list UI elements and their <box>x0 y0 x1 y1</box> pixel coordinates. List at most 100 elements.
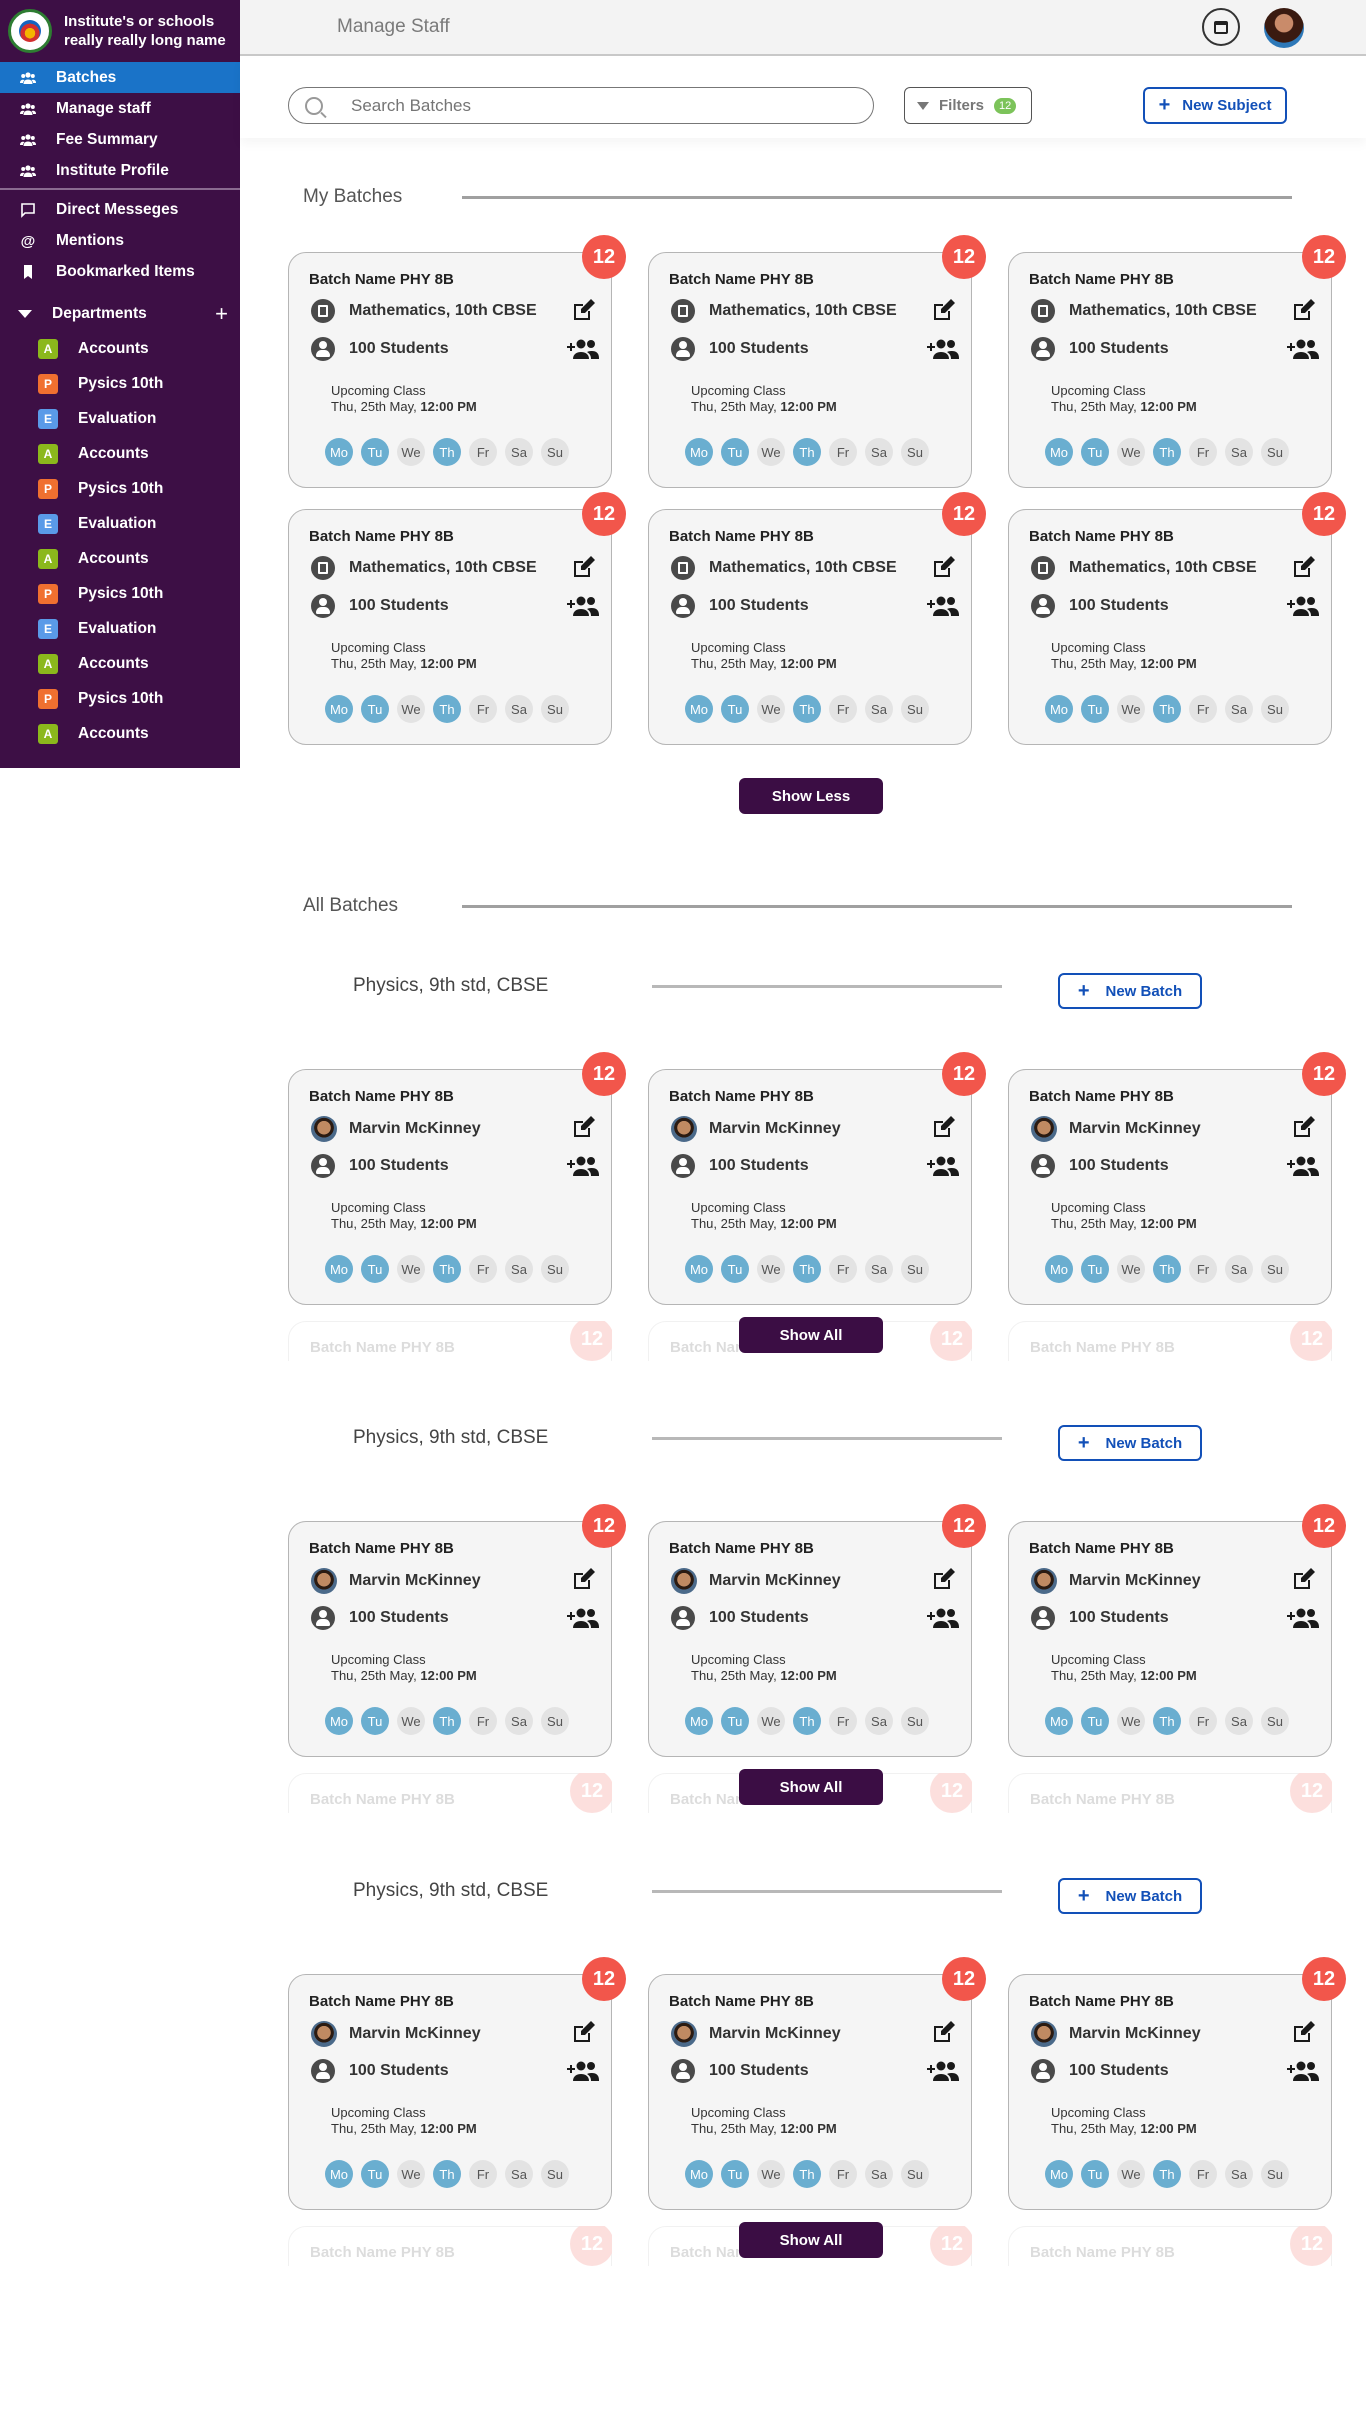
weekday-chip[interactable]: Su <box>541 1707 569 1735</box>
search-input[interactable] <box>351 95 831 116</box>
sidebar-item-fee-summary[interactable]: Fee Summary <box>0 124 240 155</box>
user-avatar[interactable] <box>1264 8 1304 48</box>
weekday-chip[interactable]: Su <box>901 1255 929 1283</box>
weekday-chip[interactable]: We <box>757 2160 785 2188</box>
department-item[interactable]: A Accounts <box>0 646 240 681</box>
add-people-icon[interactable] <box>927 1606 959 1630</box>
weekday-chip[interactable]: Fr <box>469 695 497 723</box>
weekday-chip[interactable]: Su <box>901 438 929 466</box>
weekday-chip[interactable]: Su <box>541 695 569 723</box>
batch-card[interactable]: 12 Batch Name PHY 8B Marvin McKinney 100 St… <box>648 1504 986 1757</box>
edit-icon[interactable] <box>931 554 957 580</box>
weekday-chip[interactable]: Fr <box>1189 695 1217 723</box>
weekday-chip[interactable]: Tu <box>1081 695 1109 723</box>
edit-icon[interactable] <box>931 297 957 323</box>
sidebar-item-mentions[interactable]: @ Mentions <box>0 225 240 256</box>
weekday-chip[interactable]: Sa <box>1225 1255 1253 1283</box>
weekday-chip[interactable]: Sa <box>865 695 893 723</box>
weekday-chip[interactable]: Mo <box>1045 2160 1073 2188</box>
brand[interactable]: Institute's or schools really really lon… <box>0 0 240 62</box>
add-people-icon[interactable] <box>1287 1154 1319 1178</box>
weekday-chip[interactable]: Su <box>541 2160 569 2188</box>
weekday-chip[interactable]: Tu <box>721 1707 749 1735</box>
weekday-chip[interactable]: Th <box>1153 1255 1181 1283</box>
weekday-chip[interactable]: We <box>397 695 425 723</box>
calendar-button[interactable] <box>1202 8 1240 46</box>
weekday-chip[interactable]: We <box>1117 2160 1145 2188</box>
weekday-chip[interactable]: Sa <box>505 1707 533 1735</box>
department-item[interactable]: E Evaluation <box>0 401 240 436</box>
department-item[interactable]: P Pysics 10th <box>0 576 240 611</box>
department-item[interactable]: P Pysics 10th <box>0 681 240 716</box>
weekday-chip[interactable]: Tu <box>1081 1255 1109 1283</box>
weekday-chip[interactable]: Tu <box>361 695 389 723</box>
batch-card[interactable]: 12 Batch Name PHY 8B Marvin McKinney 100 St… <box>288 1957 626 2210</box>
weekday-chip[interactable]: We <box>397 2160 425 2188</box>
weekday-chip[interactable]: Th <box>433 1255 461 1283</box>
weekday-chip[interactable]: Su <box>1261 2160 1289 2188</box>
filters-button[interactable]: Filters 12 <box>904 87 1032 124</box>
weekday-chip[interactable]: Mo <box>685 1707 713 1735</box>
weekday-chip[interactable]: Fr <box>469 2160 497 2188</box>
edit-icon[interactable] <box>1291 1566 1317 1592</box>
weekday-chip[interactable]: Fr <box>829 695 857 723</box>
weekday-chip[interactable]: Tu <box>361 438 389 466</box>
weekday-chip[interactable]: Mo <box>325 438 353 466</box>
weekday-chip[interactable]: Th <box>433 2160 461 2188</box>
weekday-chip[interactable]: Fr <box>1189 1255 1217 1283</box>
department-item[interactable]: E Evaluation <box>0 506 240 541</box>
weekday-chip[interactable]: Sa <box>865 438 893 466</box>
weekday-chip[interactable]: Su <box>541 438 569 466</box>
department-item[interactable]: A Accounts <box>0 331 240 366</box>
caret-down-icon[interactable] <box>18 310 32 318</box>
batch-card[interactable]: 12 Batch Name PHY 8B Mathematics, 10th CBS… <box>288 235 626 488</box>
edit-icon[interactable] <box>931 2019 957 2045</box>
weekday-chip[interactable]: Mo <box>1045 1707 1073 1735</box>
weekday-chip[interactable]: Th <box>433 695 461 723</box>
weekday-chip[interactable]: We <box>1117 1255 1145 1283</box>
weekday-chip[interactable]: Fr <box>829 1707 857 1735</box>
weekday-chip[interactable]: Sa <box>505 695 533 723</box>
weekday-chip[interactable]: Su <box>1261 695 1289 723</box>
weekday-chip[interactable]: We <box>397 1255 425 1283</box>
add-people-icon[interactable] <box>1287 1606 1319 1630</box>
sidebar-item-institute-profile[interactable]: Institute Profile <box>0 155 240 186</box>
departments-header[interactable]: Departments + <box>0 297 240 331</box>
weekday-chip[interactable]: Fr <box>469 1255 497 1283</box>
edit-icon[interactable] <box>1291 554 1317 580</box>
sidebar-item-batches[interactable]: Batches <box>0 62 240 93</box>
weekday-chip[interactable]: Tu <box>361 2160 389 2188</box>
edit-icon[interactable] <box>571 2019 597 2045</box>
weekday-chip[interactable]: Mo <box>685 695 713 723</box>
show-all-button[interactable]: Show All <box>739 1769 883 1805</box>
weekday-chip[interactable]: Mo <box>325 1707 353 1735</box>
weekday-chip[interactable]: Th <box>1153 695 1181 723</box>
new-batch-button[interactable]: + New Batch <box>1058 1878 1202 1914</box>
weekday-chip[interactable]: Mo <box>325 695 353 723</box>
weekday-chip[interactable]: Sa <box>865 2160 893 2188</box>
batch-card[interactable]: 12 Batch Name PHY 8B Mathematics, 10th CBS… <box>648 492 986 745</box>
weekday-chip[interactable]: Su <box>1261 1255 1289 1283</box>
sidebar-item-manage-staff[interactable]: Manage staff <box>0 93 240 124</box>
edit-icon[interactable] <box>571 297 597 323</box>
sidebar-item-direct-messeges[interactable]: Direct Messeges <box>0 194 240 225</box>
weekday-chip[interactable]: We <box>757 1255 785 1283</box>
weekday-chip[interactable]: Tu <box>361 1707 389 1735</box>
weekday-chip[interactable]: Su <box>901 1707 929 1735</box>
weekday-chip[interactable]: Mo <box>325 1255 353 1283</box>
weekday-chip[interactable]: Mo <box>325 2160 353 2188</box>
edit-icon[interactable] <box>571 1114 597 1140</box>
weekday-chip[interactable]: Fr <box>829 1255 857 1283</box>
weekday-chip[interactable]: Th <box>1153 2160 1181 2188</box>
batch-card[interactable]: 12 Batch Name PHY 8B Mathematics, 10th CBS… <box>1008 235 1346 488</box>
edit-icon[interactable] <box>1291 2019 1317 2045</box>
edit-icon[interactable] <box>1291 297 1317 323</box>
weekday-chip[interactable]: Th <box>793 2160 821 2188</box>
batch-card[interactable]: 12 Batch Name PHY 8B Marvin McKinney 100 St… <box>648 1052 986 1305</box>
weekday-chip[interactable]: Fr <box>1189 438 1217 466</box>
new-batch-button[interactable]: + New Batch <box>1058 1425 1202 1461</box>
add-people-icon[interactable] <box>1287 337 1319 361</box>
weekday-chip[interactable]: Sa <box>865 1707 893 1735</box>
edit-icon[interactable] <box>931 1114 957 1140</box>
weekday-chip[interactable]: Th <box>1153 1707 1181 1735</box>
